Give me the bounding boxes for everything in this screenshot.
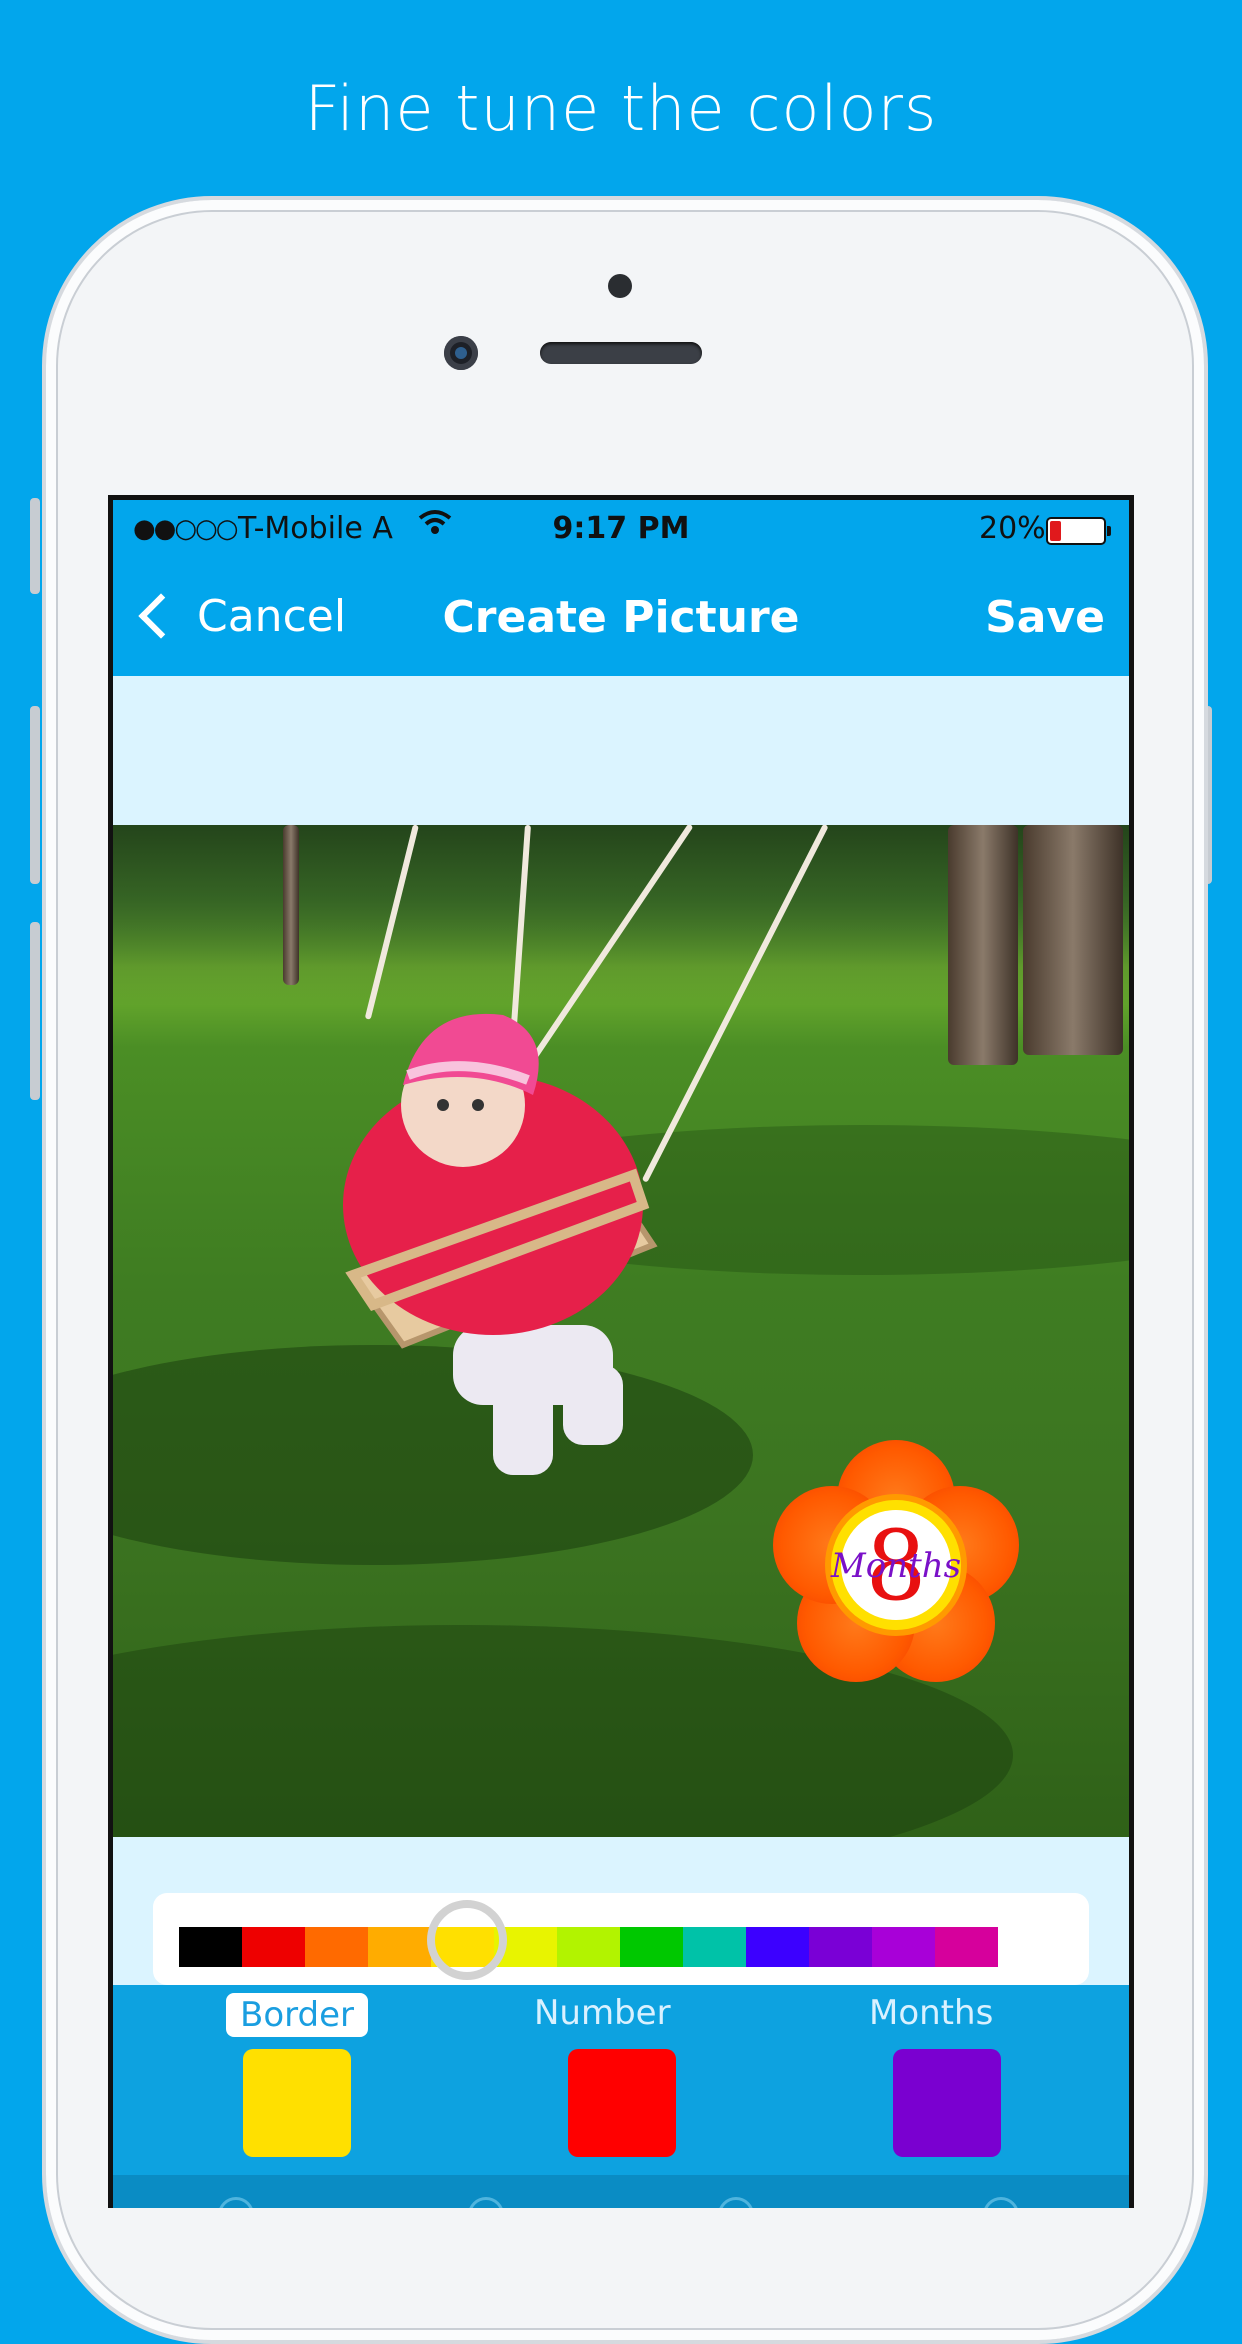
phone-screen: ●●○○○ T-Mobile A 9:17 PM 20% Cancel Crea…	[108, 495, 1134, 2208]
badge-months-label: Months	[830, 1546, 962, 1586]
border-color-swatch[interactable]	[243, 2049, 351, 2157]
color-picker	[153, 1893, 1089, 1985]
baby-on-swing	[343, 1013, 658, 1475]
phone-volume-down	[30, 922, 40, 1100]
tab-icon[interactable]	[983, 2197, 1019, 2208]
battery-percent: 20%	[979, 511, 1046, 546]
promo-headline: Fine tune the colors	[304, 72, 938, 145]
navigation-bar: Cancel Create Picture Save	[113, 560, 1129, 676]
palette-swatch[interactable]	[620, 1927, 683, 1967]
palette-swatch[interactable]	[746, 1927, 809, 1967]
palette-swatch[interactable]	[305, 1927, 368, 1967]
palette-swatch[interactable]	[809, 1927, 872, 1967]
tab-icon[interactable]	[218, 2197, 254, 2208]
tab-number[interactable]: Number	[534, 1993, 671, 2033]
color-target-tabs: Border Number Months	[113, 1985, 1129, 2175]
palette-swatch[interactable]	[242, 1927, 305, 1967]
proximity-sensor	[608, 274, 632, 298]
tree-trunk	[1023, 825, 1123, 1055]
battery-icon	[1046, 517, 1111, 545]
tree-trunk	[283, 825, 299, 985]
number-color-swatch[interactable]	[568, 2049, 676, 2157]
palette-swatch[interactable]	[872, 1927, 935, 1967]
color-slider-knob[interactable]	[427, 1900, 507, 1980]
tab-months[interactable]: Months	[869, 1993, 993, 2033]
photo-canvas[interactable]: 8 Months	[113, 825, 1129, 1837]
save-button[interactable]: Save	[985, 592, 1105, 643]
status-time: 9:17 PM	[552, 511, 690, 546]
tree-trunk	[948, 825, 1018, 1065]
months-color-swatch[interactable]	[893, 2049, 1001, 2157]
status-bar: ●●○○○ T-Mobile A 9:17 PM 20%	[113, 500, 1129, 560]
palette-swatch[interactable]	[557, 1927, 620, 1967]
phone-mute-switch	[30, 498, 40, 594]
color-palette[interactable]	[179, 1927, 998, 1967]
age-badge[interactable]: 8 Months	[771, 1440, 1021, 1690]
palette-swatch[interactable]	[368, 1927, 431, 1967]
palette-swatch[interactable]	[179, 1927, 242, 1967]
front-camera	[444, 336, 478, 370]
palette-swatch[interactable]	[683, 1927, 746, 1967]
tab-border[interactable]: Border	[226, 1993, 368, 2037]
palette-swatch[interactable]	[935, 1927, 998, 1967]
bottom-tab-bar	[113, 2175, 1129, 2208]
tab-icon[interactable]	[718, 2197, 754, 2208]
page-title: Create Picture	[442, 592, 800, 643]
phone-volume-up	[30, 706, 40, 884]
earpiece-speaker	[540, 342, 702, 364]
tab-icon[interactable]	[468, 2197, 504, 2208]
